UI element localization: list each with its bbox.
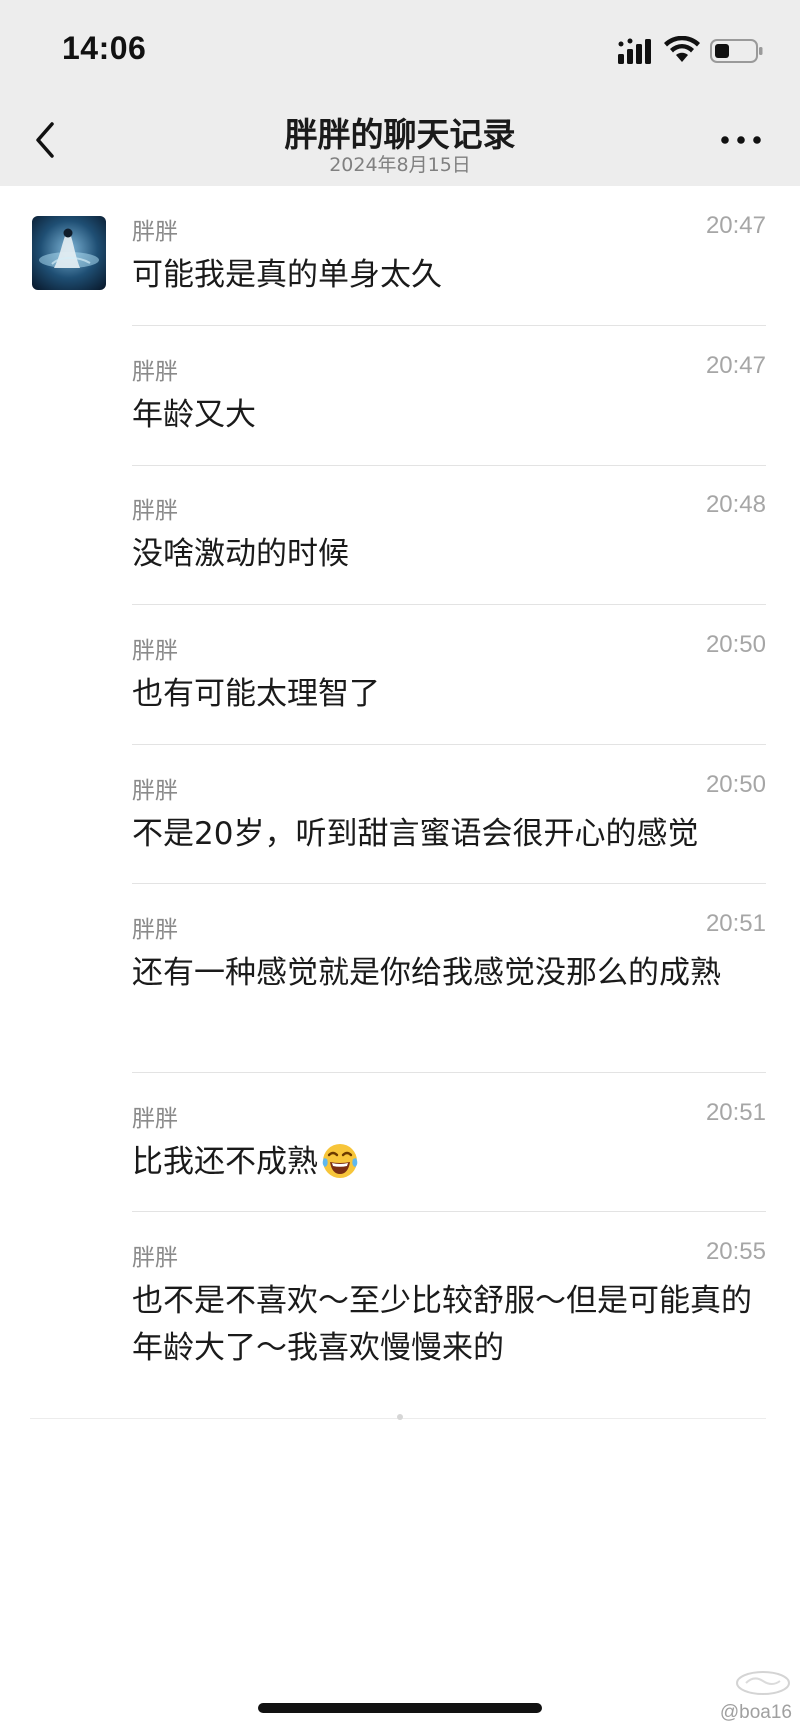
message-text: 可能我是真的单身太久 — [132, 257, 442, 293]
message-divider — [132, 1211, 766, 1212]
header-area: 14:06 胖胖的聊天记录 2024年8月15日 — [0, 0, 800, 186]
page-subtitle-date: 2024年8月15日 — [329, 154, 471, 176]
chat-message[interactable]: 胖胖 20:55 也不是不喜欢～至少比较舒服～但是可能真的年龄大了～我喜欢慢慢来… — [132, 1238, 766, 1368]
message-sender: 胖胖 — [132, 638, 178, 664]
weibo-watermark-logo-icon — [736, 1671, 790, 1695]
avatar[interactable] — [32, 216, 106, 290]
message-text: 也不是不喜欢～至少比较舒服～但是可能真的年龄大了～我喜欢慢慢来的 — [132, 1283, 752, 1366]
watermark-text: @boa16 — [719, 1702, 792, 1723]
message-divider — [132, 883, 766, 884]
cellular-signal-icon — [618, 38, 651, 64]
message-text: 不是20岁，听到甜言蜜语会很开心的感觉 — [132, 816, 699, 852]
chat-message[interactable]: 胖胖 20:51 比我还不成熟 — [132, 1099, 766, 1180]
message-sender: 胖胖 — [132, 917, 178, 943]
message-time: 20:50 — [705, 771, 766, 798]
message-text: 没啥激动的时候 — [132, 536, 349, 572]
wifi-icon — [664, 36, 700, 62]
message-sender: 胖胖 — [132, 219, 178, 245]
message-text-content: 比我还不成熟 — [132, 1144, 318, 1180]
chat-message[interactable]: 胖胖 20:51 还有一种感觉就是你给我感觉没那么的成熟 — [132, 910, 766, 1040]
navigation-bar: 胖胖的聊天记录 2024年8月15日 — [0, 100, 800, 186]
battery-icon — [710, 39, 763, 63]
message-text: 还有一种感觉就是你给我感觉没那么的成熟 — [132, 955, 721, 991]
message-time: 20:55 — [705, 1238, 766, 1265]
chat-message[interactable]: 胖胖 20:50 不是20岁，听到甜言蜜语会很开心的感觉 — [132, 771, 766, 852]
chat-message[interactable]: 胖胖 20:50 也有可能太理智了 — [132, 631, 766, 712]
chat-message[interactable]: 胖胖 20:47 年龄又大 — [132, 352, 766, 433]
message-divider — [132, 744, 766, 745]
message-time: 20:47 — [705, 212, 766, 239]
chat-message[interactable]: 胖胖 20:48 没啥激动的时候 — [132, 491, 766, 572]
home-indicator[interactable] — [258, 1703, 542, 1713]
message-divider — [132, 604, 766, 605]
message-divider — [132, 325, 766, 326]
message-time: 20:51 — [705, 910, 766, 937]
status-bar: 14:06 — [0, 0, 800, 100]
more-dots-icon[interactable] — [720, 132, 762, 148]
message-sender: 胖胖 — [132, 498, 178, 524]
message-divider — [132, 465, 766, 466]
message-time: 20:48 — [705, 491, 766, 518]
message-time: 20:51 — [705, 1099, 766, 1126]
message-sender: 胖胖 — [132, 1245, 178, 1271]
message-time: 20:47 — [705, 352, 766, 379]
message-divider — [132, 1072, 766, 1073]
tears-of-joy-emoji-icon — [322, 1144, 358, 1178]
status-time: 14:06 — [62, 30, 147, 66]
message-text: 比我还不成熟 — [132, 1139, 762, 1186]
message-text: 年龄又大 — [132, 397, 256, 433]
message-sender: 胖胖 — [132, 1106, 178, 1132]
page-title: 胖胖的聊天记录 — [284, 115, 516, 154]
message-time: 20:50 — [705, 631, 766, 658]
message-sender: 胖胖 — [132, 778, 178, 804]
chat-message[interactable]: 胖胖 20:47 可能我是真的单身太久 — [132, 212, 766, 293]
message-text: 也有可能太理智了 — [132, 676, 380, 712]
list-end-dot — [397, 1414, 403, 1420]
message-sender: 胖胖 — [132, 359, 178, 385]
